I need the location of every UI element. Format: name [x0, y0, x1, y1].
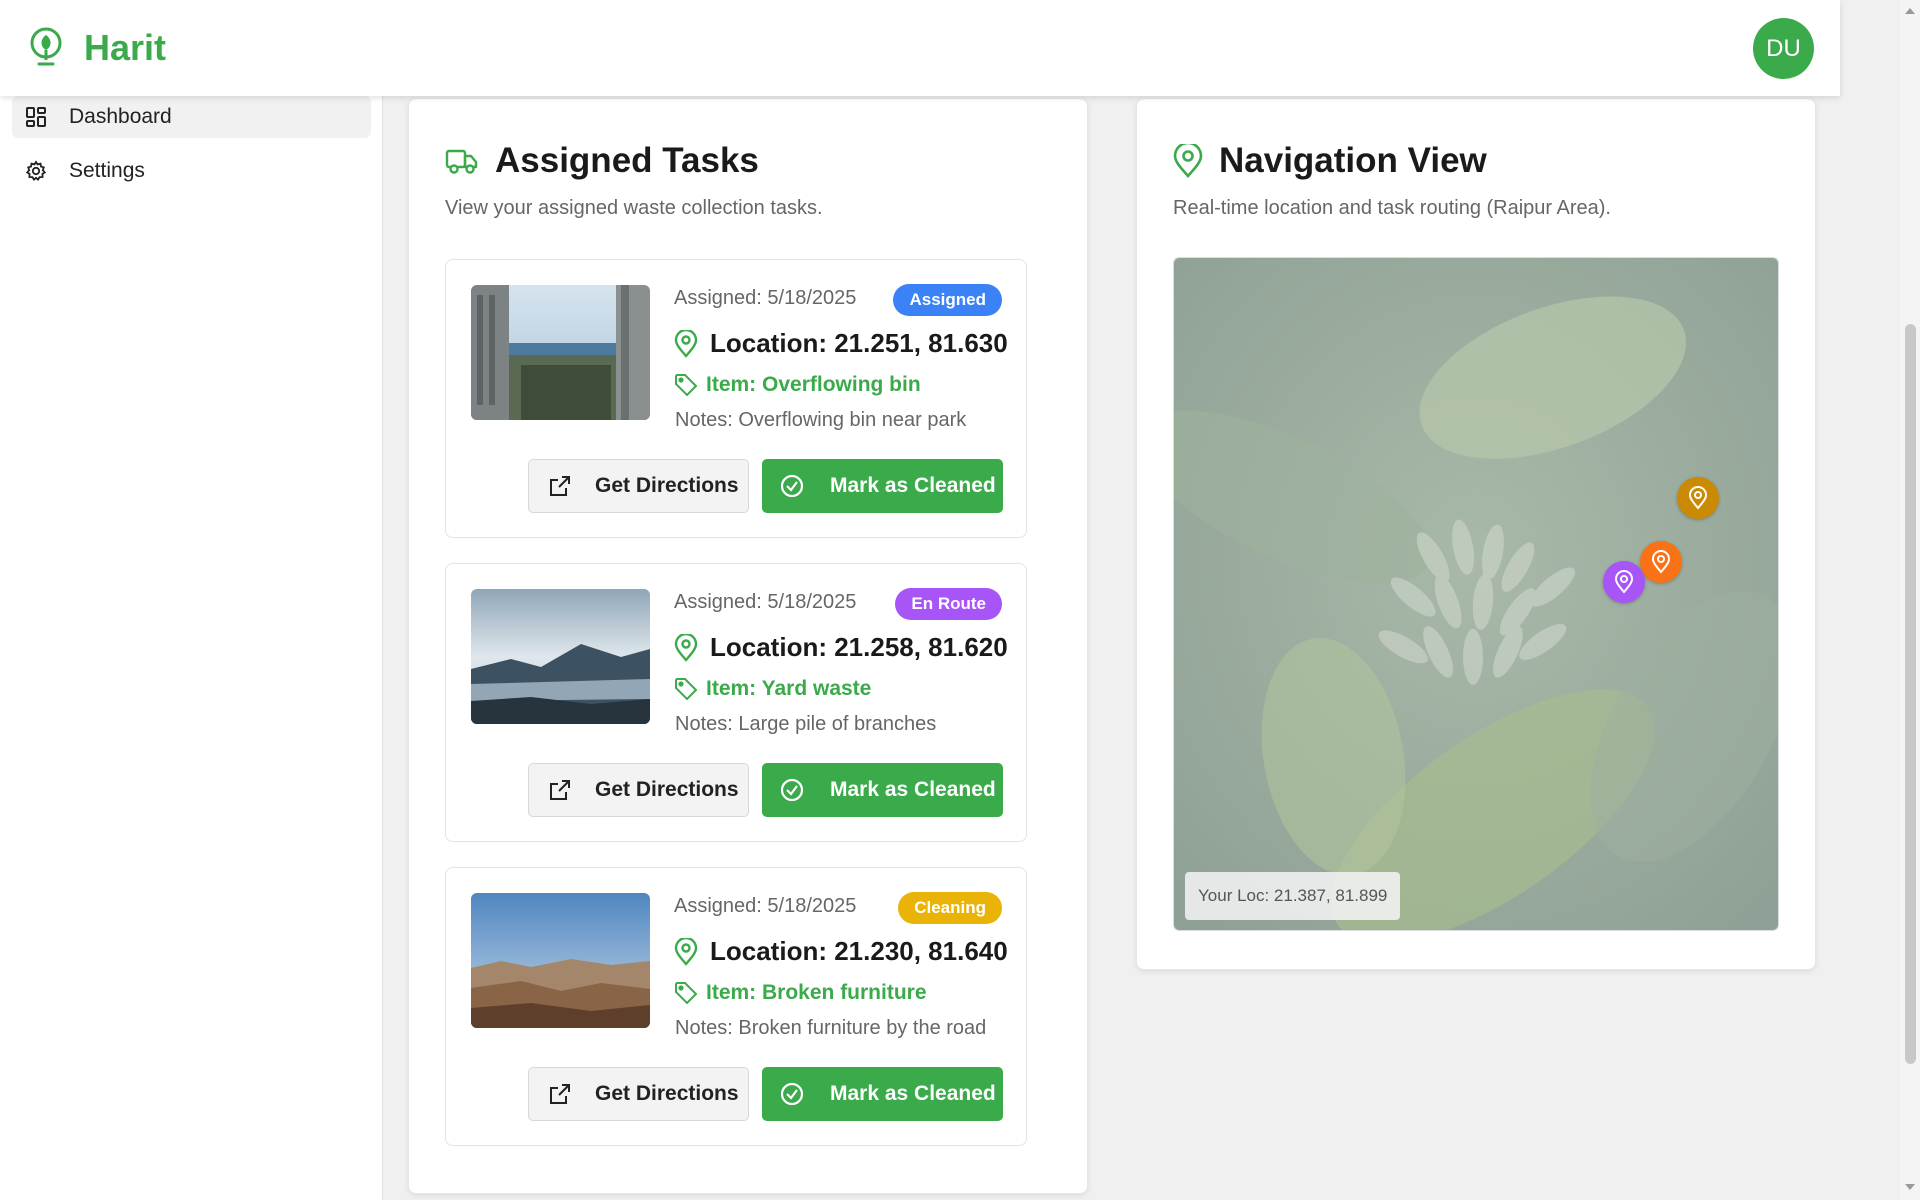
page-scrollbar[interactable] [1900, 0, 1920, 1200]
map-pin-icon [1614, 570, 1634, 594]
task-location: Location: 21.258, 81.620 [674, 632, 1008, 663]
navigation-map[interactable]: Your Loc: 21.387, 81.899 [1173, 257, 1779, 931]
your-location-readout: Your Loc: 21.387, 81.899 [1185, 872, 1401, 920]
sidebar-item-settings[interactable]: Settings [12, 150, 371, 192]
task-notes: Notes: Large pile of branches [675, 713, 937, 735]
map-pin-icon [1688, 486, 1708, 510]
tag-icon [675, 982, 698, 1005]
get-directions-button[interactable]: Get Directions [528, 763, 749, 817]
panel-subtitle: View your assigned waste collection task… [445, 197, 823, 219]
external-link-icon [550, 1084, 570, 1104]
check-circle-icon [780, 778, 804, 802]
get-directions-button[interactable]: Get Directions [528, 1067, 749, 1121]
app-name: Harit [84, 27, 167, 68]
check-circle-icon [780, 1082, 804, 1106]
external-link-icon [550, 780, 570, 800]
gear-icon [25, 160, 47, 181]
status-badge: En Route [895, 588, 1002, 620]
top-header: Harit DU [0, 0, 1840, 96]
user-avatar[interactable]: DU [1753, 18, 1814, 79]
task-pin-assigned[interactable] [1677, 477, 1719, 519]
leaf-bulb-icon [30, 27, 62, 66]
mark-cleaned-button[interactable]: Mark as Cleaned [762, 1067, 1003, 1121]
task-item: Item: Overflowing bin [674, 373, 921, 397]
check-circle-icon [780, 474, 804, 498]
mark-cleaned-button[interactable]: Mark as Cleaned [762, 763, 1003, 817]
status-badge: Cleaning [898, 892, 1002, 924]
map-pin-icon [1173, 144, 1203, 178]
task-item: Item: Yard waste [674, 677, 871, 701]
task-pin-en-route[interactable] [1603, 561, 1645, 603]
sidebar-item-label: Dashboard [69, 105, 172, 128]
get-directions-button[interactable]: Get Directions [528, 459, 749, 513]
brand-logo[interactable]: Harit [26, 26, 166, 70]
map-pin-icon [674, 937, 698, 966]
task-photo [471, 893, 650, 1028]
assigned-date: Assigned: 5/18/2025 [674, 287, 857, 309]
scrollbar-thumb[interactable] [1905, 324, 1916, 1064]
task-photo [471, 285, 650, 420]
scroll-up-arrow-icon[interactable] [1905, 8, 1915, 14]
task-location: Location: 21.230, 81.640 [674, 936, 1008, 967]
sidebar: Dashboard Settings [0, 96, 383, 1200]
map-background [1174, 258, 1778, 930]
status-badge: Assigned [893, 284, 1002, 316]
panel-title: Navigation View [1173, 141, 1487, 181]
task-card: Assigned: 5/18/2025 En Route Location: 2… [445, 563, 1027, 842]
panel-subtitle: Real-time location and task routing (Rai… [1173, 197, 1611, 219]
external-link-icon [550, 476, 570, 496]
panel-title: Assigned Tasks [445, 141, 759, 181]
sidebar-item-label: Settings [69, 159, 145, 182]
map-pin-icon [674, 633, 698, 662]
task-card: Assigned: 5/18/2025 Assigned Location: 2… [445, 259, 1027, 538]
task-card: Assigned: 5/18/2025 Cleaning Location: 2… [445, 867, 1027, 1146]
assigned-date: Assigned: 5/18/2025 [674, 591, 857, 613]
map-pin-icon [674, 329, 698, 358]
assigned-tasks-panel: Assigned Tasks View your assigned waste … [408, 98, 1088, 1194]
dashboard-grid-icon [26, 107, 46, 127]
task-location: Location: 21.251, 81.630 [674, 328, 1008, 359]
tag-icon [675, 678, 698, 701]
assigned-date: Assigned: 5/18/2025 [674, 895, 857, 917]
scroll-down-arrow-icon[interactable] [1905, 1184, 1915, 1190]
truck-icon [445, 149, 478, 174]
navigation-view-panel: Navigation View Real-time location and t… [1136, 98, 1816, 970]
map-pin-icon [1651, 550, 1671, 574]
task-notes: Notes: Overflowing bin near park [675, 409, 967, 431]
mark-cleaned-button[interactable]: Mark as Cleaned [762, 459, 1003, 513]
sidebar-item-dashboard[interactable]: Dashboard [12, 96, 371, 138]
task-item: Item: Broken furniture [674, 981, 927, 1005]
task-notes: Notes: Broken furniture by the road [675, 1017, 987, 1039]
task-photo [471, 589, 650, 724]
task-pin-cleaning[interactable] [1640, 541, 1682, 583]
tag-icon [675, 374, 698, 397]
